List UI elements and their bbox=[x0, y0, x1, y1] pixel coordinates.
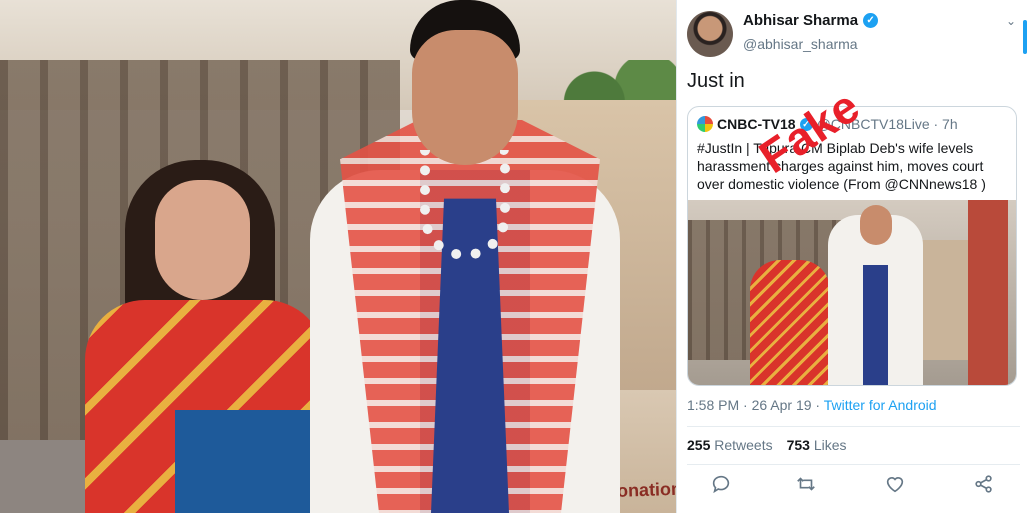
tweet-meta: 1:58 PM · 26 Apr 19 · Twitter for Androi… bbox=[687, 397, 937, 413]
tweet-card: Abhisar Sharma ✓ @abhisar_sharma ⌄ Just … bbox=[676, 0, 1029, 513]
event-photo: Donation bbox=[0, 0, 676, 513]
quoted-tweet[interactable]: CNBC-TV18 ✓ @CNBCTV18Live · 7h #JustIn |… bbox=[687, 106, 1017, 386]
like-icon[interactable] bbox=[884, 473, 906, 495]
author-name[interactable]: Abhisar Sharma bbox=[743, 12, 858, 29]
quoted-avatar-icon bbox=[697, 116, 713, 132]
tweet-client[interactable]: Twitter for Android bbox=[824, 397, 937, 413]
divider bbox=[687, 464, 1020, 465]
divider bbox=[687, 426, 1020, 427]
author-avatar[interactable] bbox=[687, 11, 733, 57]
author-name-row[interactable]: Abhisar Sharma ✓ bbox=[743, 12, 879, 29]
retweets-stat[interactable]: 255 Retweets bbox=[687, 437, 773, 453]
verified-icon: ✓ bbox=[863, 13, 879, 28]
tweet-stats: 255 Retweets 753 Likes bbox=[687, 437, 847, 453]
tweet-text: Just in bbox=[687, 70, 745, 92]
author-handle[interactable]: @abhisar_sharma bbox=[743, 36, 858, 52]
likes-stat[interactable]: 753 Likes bbox=[787, 437, 847, 453]
share-icon[interactable] bbox=[973, 473, 995, 495]
action-bar bbox=[677, 473, 1029, 497]
woman-figure bbox=[85, 150, 325, 513]
scrollbar[interactable] bbox=[1023, 20, 1027, 54]
tweet-timestamp[interactable]: 1:58 PM · 26 Apr 19 · bbox=[687, 397, 824, 413]
quoted-image[interactable] bbox=[688, 200, 1016, 385]
chevron-down-icon[interactable]: ⌄ bbox=[1006, 14, 1016, 28]
man-figure bbox=[300, 0, 630, 513]
reply-icon[interactable] bbox=[710, 473, 732, 495]
quoted-text: #JustIn | Tripura CM Biplab Deb's wife l… bbox=[697, 140, 986, 192]
retweet-icon[interactable] bbox=[795, 473, 817, 495]
